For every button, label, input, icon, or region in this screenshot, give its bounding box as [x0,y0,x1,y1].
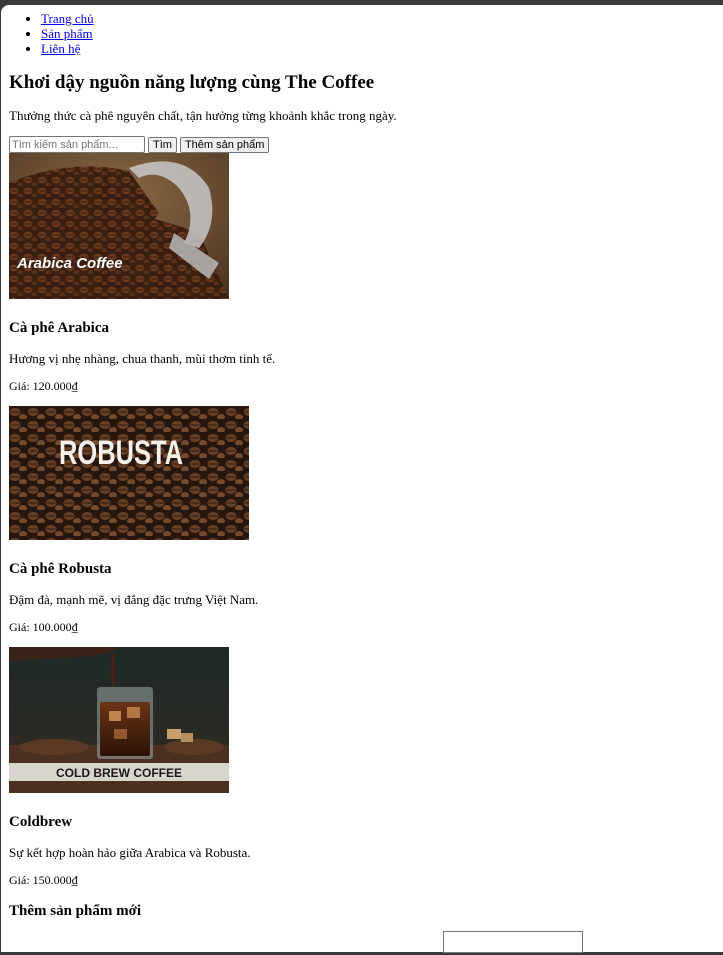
nav-link-home[interactable]: Trang chủ [41,11,94,26]
product-description: Đậm đà, mạnh mẽ, vị đắng đặc trưng Việt … [9,592,259,607]
product-description: Sự kết hợp hoàn hảo giữa Arabica và Robu… [9,845,251,860]
search-bar: Tìm Thêm sản phẩm [9,136,709,153]
product-name: Cà phê Arabica [9,320,110,336]
product-description: Hương vị nhẹ nhàng, chua thanh, mùi thơm… [9,351,276,366]
product-price: Giá: 100.000₫ [9,620,78,634]
hero-tagline: Thưởng thức cà phê nguyên chất, tận hưởn… [9,108,397,123]
product-card-coldbrew: COLD BREW COFFEE Coldbrew Sự kết hợp hoà… [9,647,709,888]
arabica-image-art: Arabica Coffee [9,153,229,299]
coldbrew-image-art: COLD BREW COFFEE [9,647,229,793]
nav-item-products: Sản phẩm [41,26,709,41]
coldbrew-image-label: COLD BREW COFFEE [56,766,182,780]
product-price: Giá: 120.000₫ [9,379,78,393]
product-image-coldbrew: COLD BREW COFFEE [9,647,229,793]
product-price: Giá: 150.000₫ [9,873,78,887]
product-card-arabica: Arabica Coffee Cà phê Arabica Hương vị n… [9,153,709,394]
robusta-image-art: ROBUSTA [9,406,249,540]
page-content: Trang chủ Sản phẩm Liên hệ Khơi dậy nguồ… [9,5,709,920]
product-card-robusta: ROBUSTA Cà phê Robusta Đậm đà, mạnh mẽ, … [9,406,709,635]
add-product-title: Thêm sản phẩm mới [9,903,142,919]
product-name: Cà phê Robusta [9,561,112,577]
hero-title: Khơi dậy nguồn năng lượng cùng The Coffe… [9,72,375,93]
nav-item-contact: Liên hệ [41,41,709,56]
arabica-image-label: Arabica Coffee [16,255,123,272]
search-input[interactable] [9,136,145,153]
product-image-arabica: Arabica Coffee [9,153,229,299]
product-name: Coldbrew [9,814,73,830]
nav-link-products[interactable]: Sản phẩm [41,26,93,41]
nav-item-home: Trang chủ [41,11,709,26]
add-product-input[interactable] [443,931,583,953]
nav-link-contact[interactable]: Liên hệ [41,41,80,56]
main-nav: Trang chủ Sản phẩm Liên hệ [9,11,709,56]
browser-viewport: Trang chủ Sản phẩm Liên hệ Khơi dậy nguồ… [1,5,723,952]
product-image-robusta: ROBUSTA [9,406,249,540]
robusta-image-label: ROBUSTA [59,434,183,472]
search-button[interactable]: Tìm [148,136,177,153]
add-product-button[interactable]: Thêm sản phẩm [179,136,270,153]
